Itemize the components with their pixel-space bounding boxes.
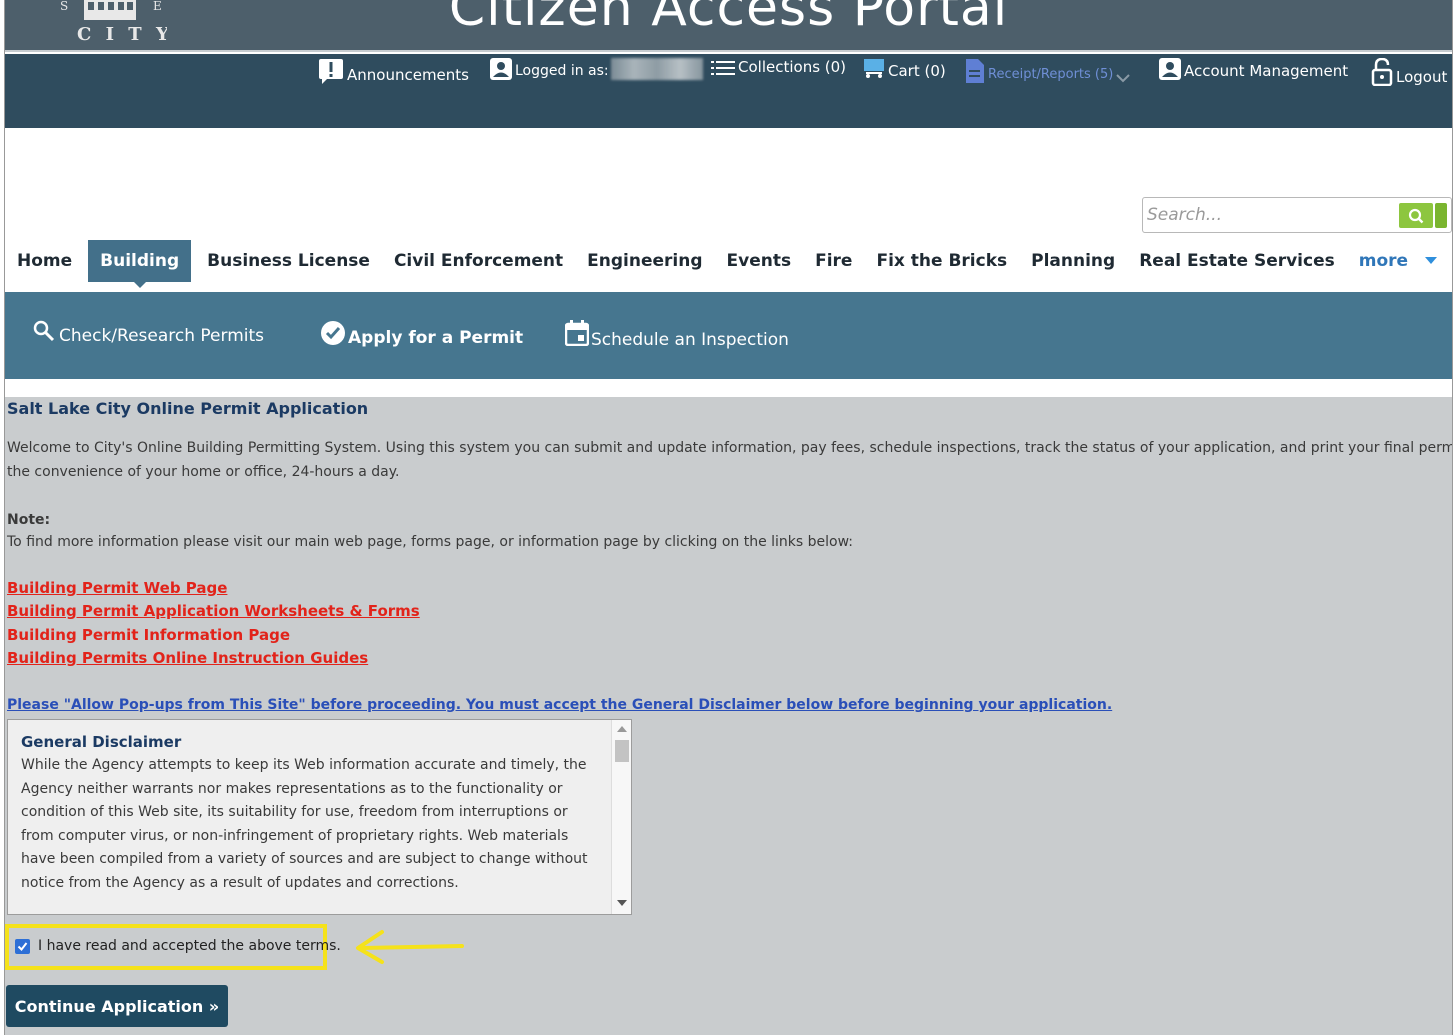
- nav-fix-the-bricks[interactable]: Fix the Bricks: [864, 240, 1019, 282]
- nav-events[interactable]: Events: [715, 240, 804, 282]
- check-research-permits-label: Check/Research Permits: [59, 326, 265, 346]
- information-page-link[interactable]: Building Permit Information Page: [7, 626, 290, 644]
- apply-for-permit-label: Apply for a Permit: [348, 328, 524, 348]
- utility-bar: Announcements Logged in as: Collections …: [5, 54, 1452, 128]
- content-area: Salt Lake City Online Permit Application…: [5, 397, 1452, 1035]
- schedule-inspection-label: Schedule an Inspection: [591, 330, 789, 350]
- welcome-text-line1: Welcome to City's Online Building Permit…: [7, 440, 1453, 456]
- cart-label: Cart (0): [888, 62, 946, 80]
- cart-link[interactable]: Cart (0): [863, 58, 946, 80]
- nav-home[interactable]: Home: [5, 240, 84, 282]
- search-button[interactable]: [1399, 203, 1433, 228]
- search-icon: [1408, 208, 1424, 223]
- nav-fire[interactable]: Fire: [803, 240, 864, 282]
- search-input[interactable]: [1147, 202, 1397, 228]
- logged-in-label: Logged in as:: [515, 63, 609, 79]
- list-icon: [711, 61, 735, 75]
- nav-real-estate-services[interactable]: Real Estate Services: [1127, 240, 1347, 282]
- arrow-left-icon: [356, 930, 464, 964]
- account-management-label: Account Management: [1184, 62, 1349, 80]
- checkmark-icon: [17, 941, 28, 951]
- search-icon: [33, 320, 55, 342]
- accept-terms-row[interactable]: I have read and accepted the above terms…: [15, 938, 341, 954]
- check-circle-icon: [321, 321, 345, 345]
- scroll-up-arrow[interactable]: [617, 726, 627, 732]
- username-redacted: [610, 58, 703, 80]
- logged-in-as: Logged in as:: [490, 58, 703, 80]
- scroll-thumb[interactable]: [615, 740, 629, 762]
- note-text: To find more information please visit ou…: [7, 534, 854, 550]
- accept-terms-checkbox[interactable]: [15, 938, 30, 954]
- nav-business-license[interactable]: Business License: [195, 240, 382, 282]
- disclaimer-body: While the Agency attempts to keep its We…: [21, 757, 588, 891]
- chevron-down-icon: [1424, 257, 1437, 264]
- note-title: Note:: [7, 512, 51, 528]
- announcements-link[interactable]: Announcements: [318, 58, 469, 84]
- collections-link[interactable]: Collections (0): [711, 58, 846, 76]
- check-research-permits-link[interactable]: Check/Research Permits: [33, 320, 264, 346]
- chevron-down-icon: [1116, 74, 1131, 83]
- apply-for-permit-link[interactable]: Apply for a Permit: [320, 320, 523, 348]
- accept-terms-label: I have read and accepted the above terms…: [38, 938, 341, 954]
- receipts-label: Receipt/Reports (5): [988, 67, 1114, 82]
- account-management-link[interactable]: Account Management: [1159, 58, 1348, 80]
- welcome-text-line2: the convenience of your home or office, …: [7, 464, 400, 480]
- page-title: Salt Lake City Online Permit Application: [7, 399, 369, 418]
- portal-title: Citizen Access Portal: [448, 0, 1009, 38]
- calendar-icon: [565, 320, 589, 346]
- nav-more-label: more: [1358, 251, 1409, 271]
- user-icon: [490, 58, 512, 80]
- search-options-button[interactable]: [1435, 203, 1447, 228]
- nav-civil-enforcement[interactable]: Civil Enforcement: [382, 240, 575, 282]
- logout-label: Logout: [1396, 68, 1448, 86]
- lock-icon: [1371, 58, 1393, 86]
- schedule-inspection-link[interactable]: Schedule an Inspection: [565, 320, 789, 350]
- logout-link[interactable]: Logout: [1371, 58, 1447, 86]
- general-disclaimer-box[interactable]: General Disclaimer While the Agency atte…: [7, 719, 632, 915]
- cart-icon: [864, 59, 884, 78]
- main-nav: Home Building Business License Civil Enf…: [5, 240, 1450, 288]
- worksheets-forms-link[interactable]: Building Permit Application Worksheets &…: [7, 602, 420, 620]
- announcement-icon: [319, 59, 343, 84]
- disclaimer-scrollbar[interactable]: [611, 720, 631, 914]
- popup-notice-link[interactable]: Please "Allow Pop-ups from This Site" be…: [7, 697, 1112, 713]
- nav-more[interactable]: more: [1347, 240, 1450, 282]
- building-subnav: Check/Research Permits Apply for a Permi…: [5, 292, 1452, 379]
- building-permit-web-page-link[interactable]: Building Permit Web Page: [7, 579, 227, 597]
- nav-building[interactable]: Building: [88, 240, 192, 288]
- document-icon: [966, 59, 984, 83]
- scroll-down-arrow[interactable]: [617, 900, 627, 906]
- collections-label: Collections (0): [738, 58, 847, 76]
- page-frame: S E C I T Y Citizen Access Portal Announ…: [4, 0, 1453, 1035]
- instruction-guides-link[interactable]: Building Permits Online Instruction Guid…: [7, 649, 368, 667]
- accept-terms-highlight: I have read and accepted the above terms…: [5, 924, 341, 970]
- receipts-dropdown[interactable]: Receipt/Reports (5): [965, 58, 1131, 84]
- nav-engineering[interactable]: Engineering: [575, 240, 714, 282]
- announcements-label: Announcements: [347, 66, 469, 84]
- account-icon: [1159, 58, 1181, 80]
- nav-planning[interactable]: Planning: [1019, 240, 1127, 282]
- header-banner: S E C I T Y Citizen Access Portal: [5, 0, 1452, 52]
- continue-application-button[interactable]: Continue Application »: [6, 985, 228, 1027]
- disclaimer-title: General Disclaimer: [21, 733, 182, 751]
- search-box: [1142, 197, 1452, 233]
